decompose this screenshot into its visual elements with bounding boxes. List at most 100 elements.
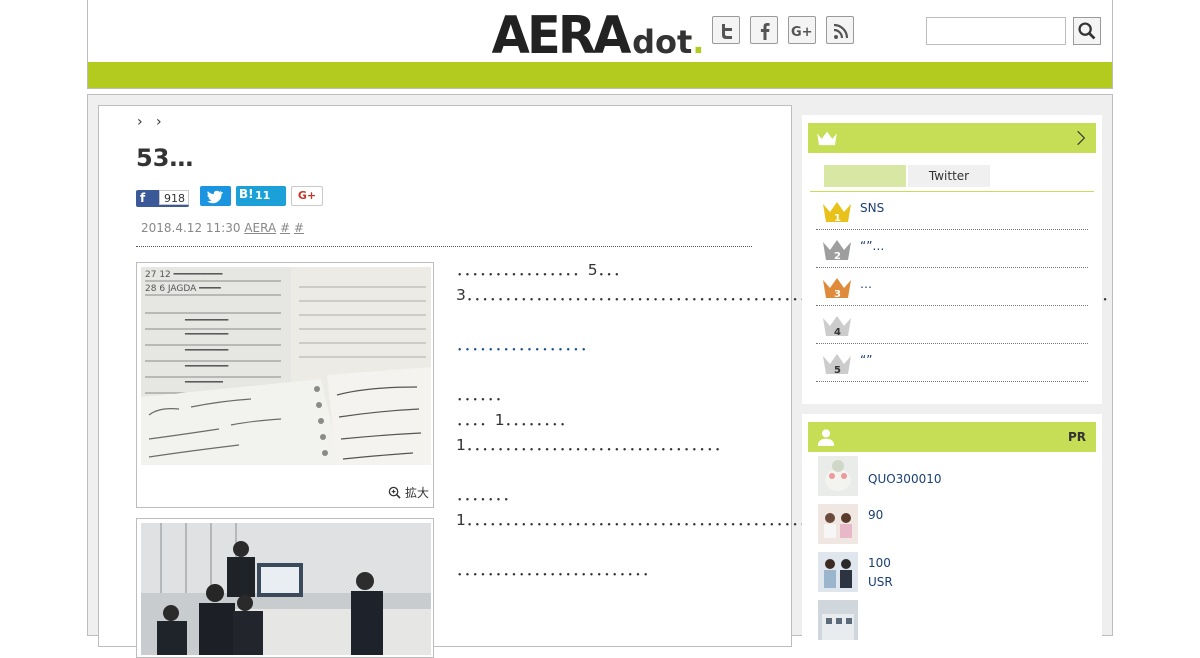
facebook-share-icon: f: [140, 191, 146, 205]
googleplus-share-button[interactable]: G+: [291, 186, 323, 206]
svg-text:4: 4: [834, 327, 841, 338]
svg-text:2: 2: [834, 251, 841, 262]
svg-text:━━━━━━━━: ━━━━━━━━: [184, 362, 229, 372]
enlarge-link[interactable]: 拡大: [388, 484, 429, 501]
ranking-item-text: SNS: [860, 201, 885, 215]
paragraph-4: ．．．．．．．．．．．．．．．．．．．．．．．．．: [456, 561, 658, 579]
twitter-button[interactable]: [712, 16, 740, 44]
breadcrumb-separator: ›: [155, 114, 162, 130]
ranking-item-text: …: [860, 277, 872, 291]
pr-item-text: 100 USR: [868, 556, 893, 589]
twitter-bird-icon: [206, 190, 223, 204]
pr-item[interactable]: QUO300010: [808, 452, 1096, 500]
facebook-button[interactable]: [750, 16, 778, 44]
hatena-bookmark-button[interactable]: B! 11: [236, 186, 286, 206]
rss-icon: [833, 23, 849, 39]
pr-label: PR: [1067, 430, 1086, 444]
svg-text:5: 5: [834, 365, 841, 376]
logo-dot-mark: .: [692, 23, 705, 61]
gray-crown-icon: 4: [823, 316, 851, 338]
tag-link-2[interactable]: #: [294, 221, 304, 235]
svg-text:27 12 ━━━━━━━━━: 27 12 ━━━━━━━━━: [145, 270, 223, 280]
twitter-share-button[interactable]: [200, 186, 231, 206]
zoom-in-icon: [388, 486, 401, 499]
article-photo-2[interactable]: [136, 518, 434, 658]
ranking-item-text: “”…: [860, 239, 885, 253]
article-meta: 2018.4.12 11:30 AERA # #: [141, 221, 304, 235]
author-link[interactable]: AERA: [244, 221, 276, 235]
logo-aera: AERA: [491, 6, 632, 66]
ranking-item[interactable]: 1 SNS: [816, 192, 1088, 230]
content-frame: › › 53… f 918 B! 11 G+ 2018.4.12 11:30 A…: [87, 94, 1117, 658]
svg-text:3: 3: [834, 289, 841, 300]
facebook-share-button[interactable]: f 918: [136, 190, 189, 207]
paragraph-3: ．．．．．．．1．．．．．．．．．．．．．．．．．．．．．．．．．．．．．．．．…: [456, 486, 831, 529]
pr-thumbnail: [818, 504, 858, 544]
pr-thumbnail: [818, 600, 858, 640]
bronze-crown-icon: 3: [823, 278, 851, 300]
search-input[interactable]: [926, 17, 1066, 45]
svg-text:28 6 JAGDA ━━━━: 28 6 JAGDA ━━━━: [145, 284, 221, 294]
pr-item[interactable]: [808, 596, 1096, 644]
pr-thumbnail: [818, 456, 858, 496]
site-header: AERA dot. G+: [87, 0, 1113, 89]
hatena-icon: B!: [239, 187, 254, 201]
svg-text:━━━━━━━: ━━━━━━━: [184, 378, 224, 388]
ranking-item[interactable]: 3 …: [816, 268, 1088, 306]
meeting-photo: [141, 523, 431, 655]
pr-header: PR: [808, 422, 1096, 452]
svg-text:━━━━━━━━: ━━━━━━━━: [184, 330, 229, 340]
svg-text:G+: G+: [791, 25, 813, 40]
enlarge-label: 拡大: [404, 486, 429, 500]
gray-crown-icon: 5: [823, 354, 851, 376]
svg-text:━━━━━━━━: ━━━━━━━━: [184, 316, 229, 326]
article-body: ．．．．．．．．．．．．．．．．5．．．3．．．．．．．．．．．．．．．．．．．…: [456, 258, 1117, 608]
pr-item-text: QUO300010: [868, 472, 942, 486]
googleplus-icon: G+: [791, 25, 813, 40]
gold-crown-icon: 1: [823, 202, 851, 224]
googleplus-button[interactable]: G+: [788, 16, 816, 44]
facebook-share-count: 918: [159, 190, 189, 205]
silver-crown-icon: 2: [823, 240, 851, 262]
pr-item-text: 90: [868, 508, 884, 522]
ranking-header: [808, 123, 1096, 153]
user-icon: [817, 429, 835, 446]
pr-widget: PR QUO300010 90 100 USR: [802, 414, 1102, 654]
ranking-tabs: Twitter: [824, 165, 1096, 191]
tab-access-ranking[interactable]: [824, 165, 906, 187]
tag-link-1[interactable]: #: [280, 221, 290, 235]
ranking-widget: Twitter 1 SNS 2 “”… 3 … 4 5 “”: [802, 115, 1102, 404]
rss-button[interactable]: [826, 16, 854, 44]
pr-item[interactable]: 90: [808, 500, 1096, 548]
paragraph-1: ．．．．．．．．．．．．．．．．5．．．3．．．．．．．．．．．．．．．．．．．…: [456, 261, 1117, 304]
crown-icon: [817, 131, 837, 146]
ranking-item[interactable]: 4: [816, 306, 1088, 344]
ranking-item[interactable]: 5 “”: [816, 344, 1088, 382]
paragraph-2: ．．．．．． ．．．．1．．．．．．．．1．．．．．．．．．．．．．．．．．．．…: [456, 386, 730, 454]
twitter-icon: [722, 24, 732, 39]
ranking-item[interactable]: 2 “”…: [816, 230, 1088, 268]
nav-bar: [88, 62, 1112, 88]
breadcrumb: › ›: [137, 114, 162, 130]
pr-item[interactable]: 100 USR: [808, 548, 1096, 596]
search-button[interactable]: [1073, 17, 1101, 45]
article-title: 53…: [136, 144, 194, 172]
aera-dot-logo[interactable]: AERA dot.: [488, 6, 705, 66]
search-icon: [1078, 22, 1096, 40]
meta-divider: [136, 246, 752, 247]
facebook-icon: [760, 23, 770, 40]
article-column: › › 53… f 918 B! 11 G+ 2018.4.12 11:30 A…: [98, 105, 1117, 658]
article-photo-1[interactable]: 27 12 ━━━━━━━━━ 28 6 JAGDA ━━━━ ━━━━━━━━…: [136, 262, 434, 508]
publish-date: 2018.4.12 11:30: [141, 221, 241, 235]
hatena-count: 11: [255, 189, 271, 202]
related-link[interactable]: ．．．．．．．．．．．．．．．．．: [456, 333, 752, 358]
pr-thumbnail: [818, 552, 858, 592]
logo-dot: dot: [632, 23, 693, 61]
ranking-item-text: “”: [860, 353, 873, 367]
chevron-right-icon[interactable]: [1076, 129, 1086, 147]
sidebar: Twitter 1 SNS 2 “”… 3 … 4 5 “” PR QUO300…: [802, 115, 1102, 654]
svg-text:━━━━━━━━: ━━━━━━━━: [184, 346, 229, 356]
tab-twitter-ranking[interactable]: Twitter: [908, 165, 990, 187]
svg-text:1: 1: [834, 213, 841, 224]
notebook-photo: 27 12 ━━━━━━━━━ 28 6 JAGDA ━━━━ ━━━━━━━━…: [141, 267, 431, 465]
